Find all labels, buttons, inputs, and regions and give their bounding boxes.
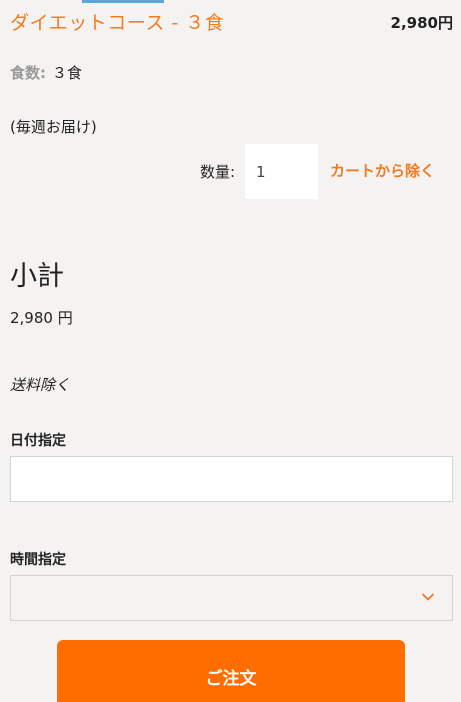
product-price: 2,980円 bbox=[390, 14, 453, 32]
shipping-excluded-note: 送料除く bbox=[10, 376, 71, 394]
quantity-input[interactable] bbox=[245, 144, 318, 199]
delivery-frequency-note: (毎週お届け) bbox=[10, 118, 97, 136]
delivery-date-label: 日付指定 bbox=[10, 433, 66, 449]
remove-from-cart-link[interactable]: カートから除く bbox=[330, 160, 435, 181]
product-thumbnail-edge bbox=[82, 0, 164, 3]
delivery-time-label: 時間指定 bbox=[10, 552, 66, 568]
chevron-down-icon bbox=[422, 593, 434, 601]
delivery-time-select[interactable] bbox=[10, 575, 453, 621]
subtotal-title: 小計 bbox=[10, 261, 64, 292]
meals-row: 食数: ３食 bbox=[10, 62, 82, 83]
meals-value: ３食 bbox=[52, 64, 83, 82]
product-title[interactable]: ダイエットコース - ３食 bbox=[10, 8, 224, 35]
subtotal-value: 2,980 円 bbox=[10, 309, 73, 327]
place-order-button[interactable]: ご注文 bbox=[57, 640, 405, 702]
quantity-label: 数量: bbox=[200, 163, 236, 181]
cart-page: ダイエットコース - ３食 2,980円 食数: ３食 (毎週お届け) 数量: カ… bbox=[0, 0, 461, 702]
meals-label: 食数: bbox=[10, 64, 46, 82]
delivery-date-input[interactable] bbox=[10, 456, 453, 502]
